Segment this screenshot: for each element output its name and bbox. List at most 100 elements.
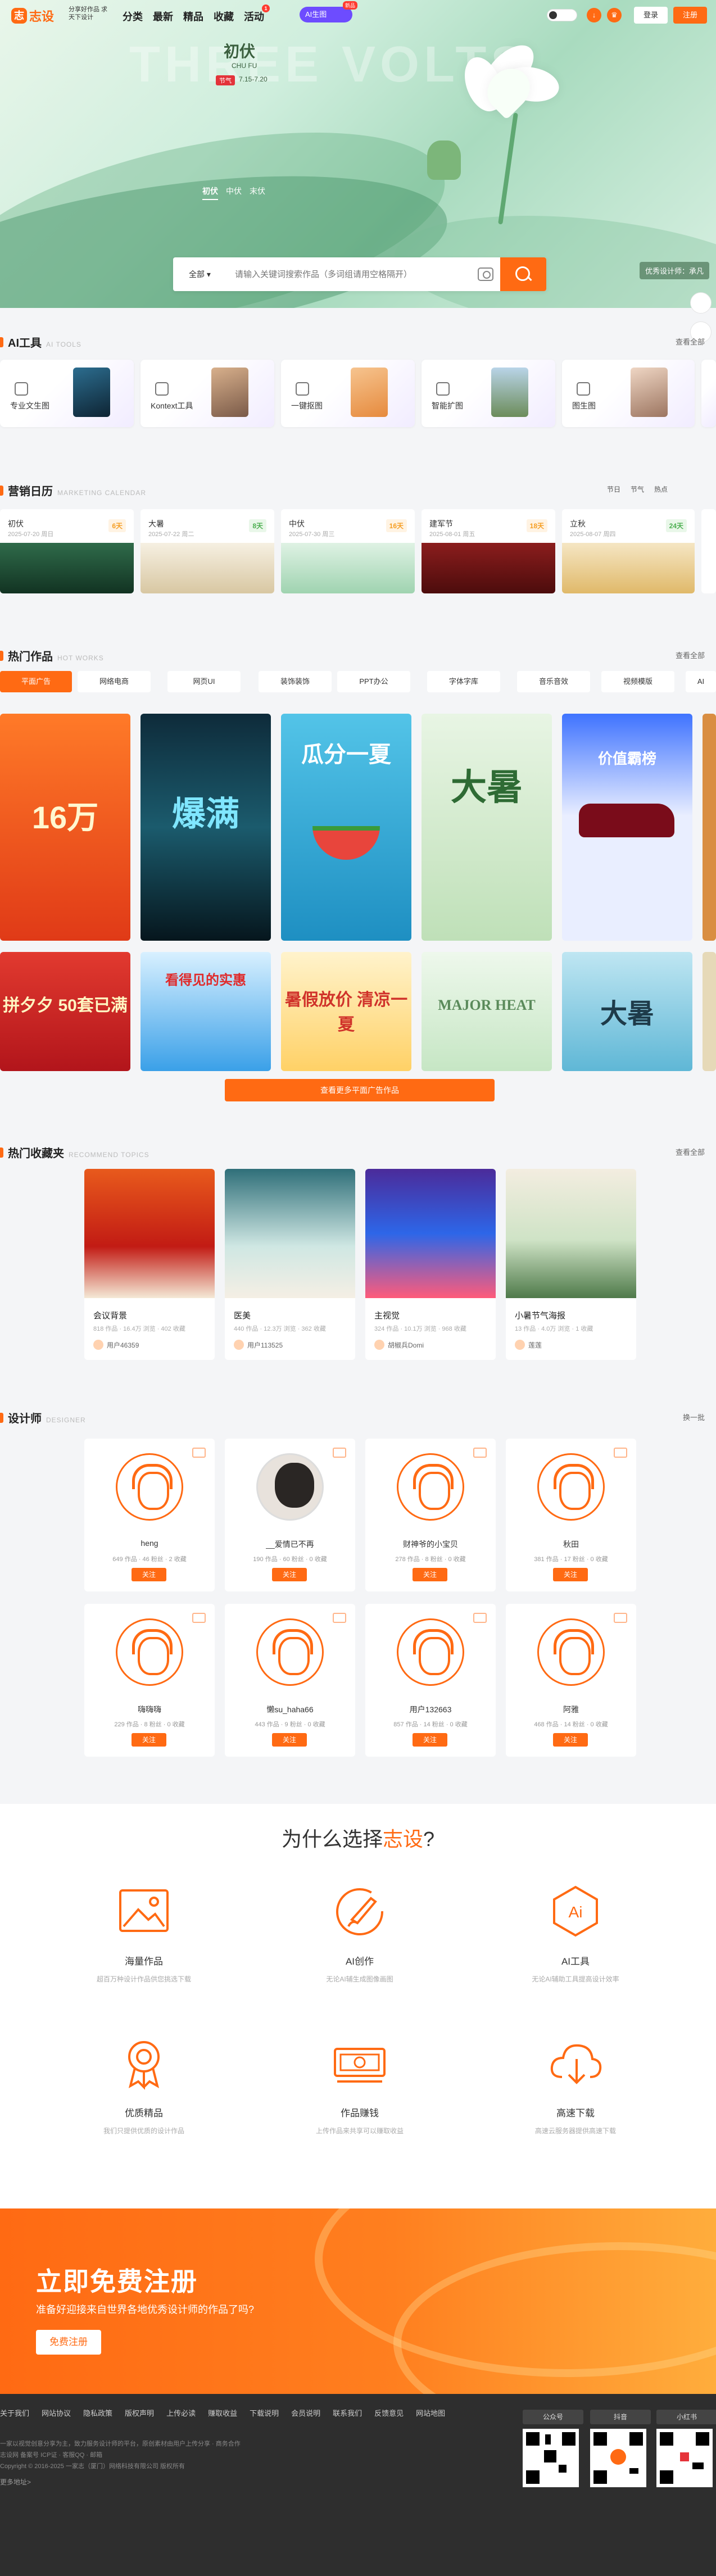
follow-button[interactable]: 关注 (413, 1733, 447, 1747)
footer-link[interactable]: 赚取收益 (208, 2407, 237, 2418)
designer-card[interactable]: 财神爷的小宝贝 278 作品 · 8 粉丝 · 0 收藏 关注 (365, 1439, 496, 1591)
topic-card[interactable]: 小暑节气海报 13 作品 · 4.0万 浏览 · 1 收藏 莲莲 (506, 1169, 636, 1360)
footer-link[interactable]: 网站协议 (42, 2407, 71, 2418)
designer-card[interactable]: 秋田 381 作品 · 17 粉丝 · 0 收藏 关注 (506, 1439, 636, 1591)
hero-tab[interactable]: 中伏 (226, 185, 242, 200)
follow-button[interactable]: 关注 (132, 1733, 166, 1747)
work-poster[interactable]: 暑假放价 清凉一夏 (281, 952, 411, 1071)
calendar-card[interactable]: 中伏 2025-07-30 周三 16天 (281, 509, 415, 593)
tab-video[interactable]: 视频模版 (601, 671, 674, 692)
work-poster[interactable]: 瓜分一夏 (281, 714, 411, 941)
designers-refresh-link[interactable]: 换一批 (683, 1412, 705, 1422)
topic-user[interactable]: 莲莲 (515, 1340, 542, 1350)
footer-link[interactable]: 反馈意见 (374, 2407, 404, 2418)
nav-link-latest[interactable]: 最新 (153, 9, 173, 24)
footer-link[interactable]: 联系我们 (333, 2407, 362, 2418)
work-poster[interactable]: MAJOR HEAT (422, 952, 552, 1071)
logo[interactable]: 志 志设 (11, 7, 54, 25)
ai-tool-card-partial[interactable] (701, 360, 716, 427)
topic-card[interactable]: 医美 440 作品 · 12.3万 浏览 · 362 收藏 用户113525 (225, 1169, 355, 1360)
help-icon[interactable] (690, 292, 712, 314)
topic-card[interactable]: 会议背景 818 作品 · 16.4万 浏览 · 402 收藏 用户46359 (84, 1169, 215, 1360)
work-poster[interactable]: 大暑 (562, 952, 692, 1071)
follow-button[interactable]: 关注 (272, 1568, 307, 1581)
calendar-card[interactable]: 建军节 2025-08-01 周五 18天 (422, 509, 555, 593)
filter-festival[interactable]: 节日 (607, 484, 620, 494)
topic-user[interactable]: 胡椒兵Domi (374, 1340, 424, 1350)
topic-user[interactable]: 用户46359 (93, 1340, 139, 1350)
follow-button[interactable]: 关注 (272, 1733, 307, 1747)
designer-card[interactable]: 懒su_haha66 443 作品 · 9 粉丝 · 0 收藏 关注 (225, 1604, 355, 1757)
tab-fonts[interactable]: 字体字库 (427, 671, 500, 692)
topics-more-link[interactable]: 查看全部 (676, 1146, 705, 1157)
designer-card[interactable]: __爱情已不再 190 作品 · 60 粉丝 · 0 收藏 关注 (225, 1439, 355, 1591)
work-poster[interactable]: 拼夕夕 50套已满 (0, 952, 130, 1071)
download-icon[interactable]: ↓ (587, 8, 601, 22)
designer-chip[interactable]: 优秀设计师：承凡 (640, 262, 710, 279)
work-poster[interactable]: 价值霸榜 (562, 714, 692, 941)
follow-button[interactable]: 关注 (553, 1733, 588, 1747)
theme-toggle[interactable] (547, 9, 577, 21)
tab-ai[interactable]: AI (686, 671, 716, 692)
ai-tool-card[interactable]: 智能扩图 (422, 360, 555, 427)
calendar-card[interactable]: 大暑 2025-07-22 周二 8天 (141, 509, 274, 593)
tab-ppt[interactable]: PPT办公 (337, 671, 410, 692)
search-button[interactable] (500, 257, 546, 291)
register-button[interactable]: 注册 (673, 7, 707, 24)
tab-web-ui[interactable]: 网页UI (167, 671, 241, 692)
work-poster[interactable]: 大暑 (422, 714, 552, 941)
work-poster[interactable]: 16万 (0, 714, 130, 941)
footer-link[interactable]: 下载说明 (250, 2407, 279, 2418)
designer-card[interactable]: 嗨嗨嗨 229 作品 · 8 粉丝 · 0 收藏 关注 (84, 1604, 215, 1757)
ai-tools-more-link[interactable]: 查看全部 (676, 336, 705, 347)
follow-button[interactable]: 关注 (132, 1568, 166, 1581)
tab-decoration[interactable]: 装饰装饰 (259, 671, 332, 692)
search-scope-select[interactable]: 全部 ▾ (189, 269, 211, 280)
footer-link[interactable]: 网站地图 (416, 2407, 445, 2418)
works-more-link[interactable]: 查看全部 (676, 650, 705, 660)
hero-tab[interactable]: 初伏 (202, 185, 218, 200)
designer-card[interactable]: 阿雅 468 作品 · 14 粉丝 · 0 收藏 关注 (506, 1604, 636, 1757)
footer-link[interactable]: 版权声明 (125, 2407, 154, 2418)
calendar-card-partial[interactable] (701, 509, 716, 593)
tab-music[interactable]: 音乐音效 (517, 671, 590, 692)
search-input[interactable] (235, 257, 471, 291)
nav-link-category[interactable]: 分类 (123, 9, 143, 24)
tab-ecommerce[interactable]: 网络电商 (78, 671, 151, 692)
footer-link[interactable]: 隐私政策 (83, 2407, 112, 2418)
vip-icon[interactable]: ♛ (607, 8, 622, 22)
designer-card[interactable]: heng 649 作品 · 46 粉丝 · 2 收藏 关注 (84, 1439, 215, 1591)
follow-button[interactable]: 关注 (413, 1568, 447, 1581)
calendar-card[interactable]: 初伏 2025-07-20 周日 6天 (0, 509, 134, 593)
ai-tool-card[interactable]: 图生图 (562, 360, 695, 427)
activity-badge: 1 (262, 4, 270, 12)
topic-card[interactable]: 主视觉 324 作品 · 10.1万 浏览 · 968 收藏 胡椒兵Domi (365, 1169, 496, 1360)
topic-user[interactable]: 用户113525 (234, 1340, 283, 1350)
work-poster-partial[interactable] (703, 714, 716, 941)
footer-link[interactable]: 关于我们 (0, 2407, 29, 2418)
footer-link[interactable]: 会员说明 (291, 2407, 320, 2418)
nav-link-activity[interactable]: 活动 1 (244, 4, 270, 24)
login-button[interactable]: 登录 (634, 7, 668, 24)
filter-solar-term[interactable]: 节气 (631, 484, 644, 494)
footer-link[interactable]: 上传必读 (166, 2407, 196, 2418)
nav-link-favorites[interactable]: 收藏 (214, 9, 234, 24)
nav-link-featured[interactable]: 精品 (183, 9, 203, 24)
filter-hot[interactable]: 热点 (654, 484, 668, 494)
ai-tool-card[interactable]: Kontext工具 (141, 360, 274, 427)
ai-tool-card[interactable]: 一键抠图 (281, 360, 415, 427)
work-poster-partial[interactable] (703, 952, 716, 1071)
footer-more-link[interactable]: 更多地址> (0, 2477, 31, 2487)
camera-icon[interactable] (478, 267, 493, 281)
work-poster[interactable]: 看得见的实惠 (141, 952, 271, 1071)
ai-tool-card[interactable]: 专业文生图 (0, 360, 134, 427)
follow-button[interactable]: 关注 (553, 1568, 588, 1581)
designer-card[interactable]: 用户132663 857 作品 · 14 粉丝 · 0 收藏 关注 (365, 1604, 496, 1757)
calendar-card[interactable]: 立秋 2025-08-07 周四 24天 (562, 509, 695, 593)
tab-print-ad[interactable]: 平面广告 (0, 671, 72, 692)
hero-tab[interactable]: 末伏 (250, 185, 265, 200)
hero-banner[interactable]: THREE VOLTS 初伏 CHU FU 节气 7.15-7.20 初伏 中伏… (0, 0, 716, 308)
work-poster[interactable]: 爆满 (141, 714, 271, 941)
more-works-button[interactable]: 查看更多平面广告作品 (225, 1079, 495, 1101)
free-register-button[interactable]: 免费注册 (36, 2330, 101, 2355)
